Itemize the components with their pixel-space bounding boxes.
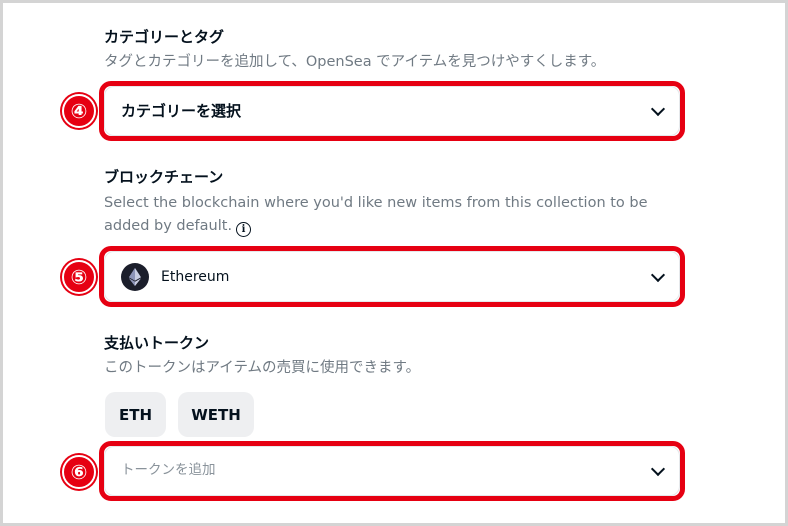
add-token-select[interactable]: トークンを追加 [104,446,680,496]
category-description: タグとカテゴリーを追加して、OpenSea でアイテムを見つけやすくします。 [104,54,606,70]
info-icon[interactable]: i [236,222,252,237]
annotation-badge-5: ⑤ [62,260,96,294]
category-select-label: カテゴリーを選択 [121,101,242,120]
annotation-badge-4: ④ [62,94,96,128]
ethereum-icon [121,262,149,291]
token-weth[interactable]: WETH [178,392,254,437]
payment-description: このトークンはアイテムの売買に使用できます。 [104,360,421,376]
payment-title: 支払いトークン [104,334,210,352]
token-eth[interactable]: ETH [105,392,166,437]
category-title: カテゴリーとタグ [104,28,225,46]
annotation-badge-6: ⑥ [62,455,96,489]
blockchain-title: ブロックチェーン [104,168,224,186]
blockchain-description-text: Select the blockchain where you'd like n… [104,195,648,234]
chevron-down-icon [650,461,666,477]
blockchain-description: Select the blockchain where you'd like n… [104,192,664,238]
category-select[interactable]: カテゴリーを選択 [104,86,680,136]
chevron-down-icon [650,101,666,117]
blockchain-selected-label: Ethereum [161,268,230,285]
add-token-placeholder: トークンを追加 [121,462,216,479]
blockchain-select[interactable]: Ethereum [104,251,680,302]
chevron-down-icon [650,267,666,282]
